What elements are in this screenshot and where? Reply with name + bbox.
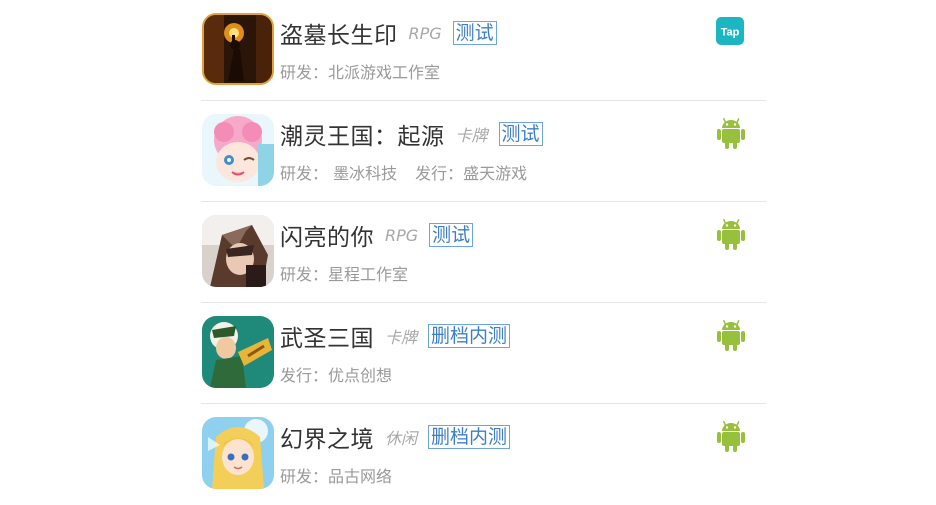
list-item[interactable]: 盗墓长生印 RPG 测试 研发：北派游戏工作室 Tap: [201, 0, 766, 101]
game-thumbnail[interactable]: [202, 114, 274, 186]
game-thumbnail[interactable]: [202, 316, 274, 388]
developer-label: 研发： 墨冰科技: [280, 164, 398, 183]
genre-label: 卡牌: [385, 328, 418, 347]
credits: 研发：星程工作室: [280, 261, 408, 285]
genre-label: RPG: [385, 225, 419, 245]
developer-label: 研发：品古网络: [280, 467, 393, 486]
game-list: 盗墓长生印 RPG 测试 研发：北派游戏工作室 Tap 潮灵王国：起源 卡牌 测…: [201, 0, 766, 505]
genre-label: 休闲: [385, 429, 418, 448]
publisher-label: 发行：优点创想: [280, 366, 393, 385]
game-title[interactable]: 盗墓长生印: [280, 16, 398, 50]
taptap-label: Tap: [721, 27, 740, 39]
genre-label: RPG: [408, 23, 442, 43]
publisher-label: 发行：盛天游戏: [415, 164, 528, 183]
genre-label: 卡牌: [455, 126, 488, 145]
developer-label: 研发：星程工作室: [280, 265, 409, 284]
game-title[interactable]: 武圣三国: [280, 319, 374, 353]
android-icon[interactable]: [716, 218, 746, 250]
game-title[interactable]: 闪亮的你: [280, 218, 374, 252]
android-icon[interactable]: [716, 117, 746, 149]
status-badge: 删档内测: [428, 324, 511, 348]
list-item[interactable]: 幻界之境 休闲 删档内测 研发：品古网络: [201, 404, 766, 505]
credits: 研发：北派游戏工作室: [280, 59, 440, 83]
game-thumbnail[interactable]: [202, 215, 274, 287]
list-item[interactable]: 闪亮的你 RPG 测试 研发：星程工作室: [201, 202, 766, 303]
list-item[interactable]: 武圣三国 卡牌 删档内测 发行：优点创想: [201, 303, 766, 404]
list-item[interactable]: 潮灵王国：起源 卡牌 测试 研发： 墨冰科技 发行：盛天游戏: [201, 101, 766, 202]
game-thumbnail[interactable]: [202, 417, 274, 489]
android-icon[interactable]: [716, 319, 746, 351]
taptap-icon[interactable]: Tap: [716, 17, 746, 47]
credits: 研发：品古网络: [280, 463, 392, 487]
status-badge: 测试: [429, 223, 474, 247]
credits: 发行：优点创想: [280, 362, 392, 386]
status-badge: 测试: [452, 21, 497, 45]
status-badge: 测试: [498, 122, 543, 146]
game-title[interactable]: 潮灵王国：起源: [280, 117, 445, 151]
android-icon[interactable]: [716, 420, 746, 452]
developer-label: 研发：北派游戏工作室: [280, 63, 441, 82]
credits: 研发： 墨冰科技 发行：盛天游戏: [280, 160, 527, 184]
game-thumbnail[interactable]: [202, 13, 274, 85]
game-title[interactable]: 幻界之境: [280, 420, 374, 454]
status-badge: 删档内测: [428, 425, 511, 449]
